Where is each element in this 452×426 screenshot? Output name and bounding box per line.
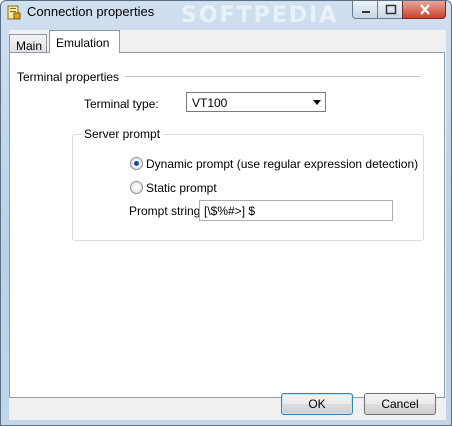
server-prompt-group: Server prompt Dynamic prompt (use regula… [72, 127, 424, 241]
dynamic-prompt-label[interactable]: Dynamic prompt (use regular expression d… [146, 157, 418, 171]
prompt-string-value: [\$%#>] $ [204, 204, 256, 218]
cancel-button-label: Cancel [381, 397, 419, 411]
close-button[interactable] [402, 1, 446, 19]
maximize-icon [385, 4, 397, 15]
ok-button[interactable]: OK [281, 393, 353, 415]
cancel-button[interactable]: Cancel [364, 393, 436, 415]
dialog-window: Connection properties SOFTPEDIA Main Emu… [0, 0, 452, 426]
emulation-panel: Terminal properties Terminal type: VT100… [9, 52, 445, 398]
server-prompt-heading: Server prompt [81, 127, 164, 141]
close-icon [420, 4, 430, 15]
chevron-down-icon [313, 100, 321, 105]
app-icon [7, 4, 21, 20]
section-divider [125, 76, 420, 77]
terminal-type-value: VT100 [192, 96, 228, 110]
terminal-type-label: Terminal type: [84, 97, 159, 111]
prompt-string-label: Prompt string: [129, 204, 204, 218]
terminal-type-dropdown[interactable]: VT100 [186, 92, 326, 112]
tab-main-label: Main [16, 39, 43, 53]
title-bar[interactable]: Connection properties SOFTPEDIA [1, 1, 451, 28]
static-prompt-label[interactable]: Static prompt [146, 181, 217, 195]
tab-main[interactable]: Main [9, 34, 47, 53]
tab-emulation[interactable]: Emulation [49, 30, 120, 53]
maximize-button[interactable] [377, 1, 403, 19]
ok-button-label: OK [308, 397, 326, 411]
minimize-icon [362, 11, 370, 13]
prompt-string-input[interactable]: [\$%#>] $ [199, 200, 393, 221]
static-prompt-radio[interactable] [130, 181, 143, 194]
radio-selected-dot [134, 161, 139, 166]
terminal-properties-heading: Terminal properties [17, 70, 120, 84]
dynamic-prompt-radio[interactable] [130, 157, 143, 170]
minimize-button[interactable] [352, 1, 378, 19]
tab-emulation-label: Emulation [56, 36, 110, 50]
watermark-text: SOFTPEDIA [181, 3, 339, 28]
dialog-client: Main Emulation Terminal properties Termi… [9, 30, 446, 420]
window-title: Connection properties [27, 4, 155, 19]
